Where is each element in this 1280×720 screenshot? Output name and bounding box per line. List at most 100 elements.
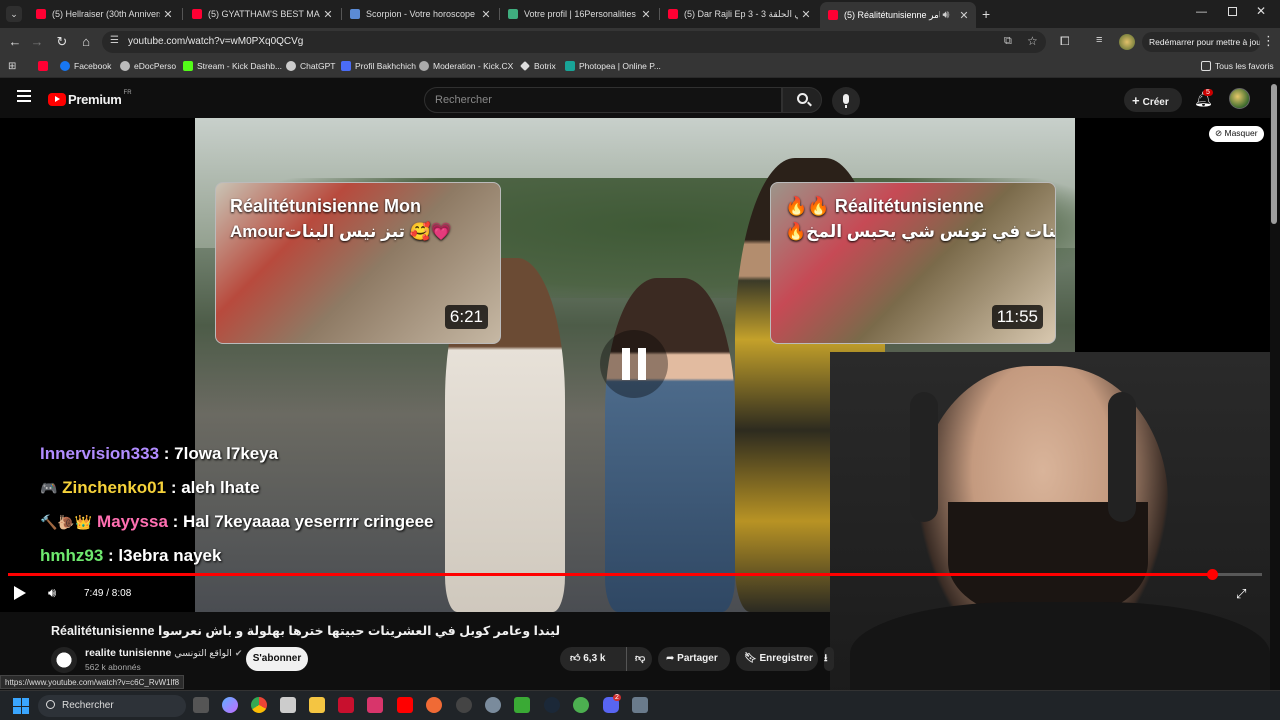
copilot-icon[interactable]	[222, 697, 238, 713]
address-bar[interactable]: ☰ youtube.com/watch?v=wM0PXq0QCVg ⧉ ☆	[102, 31, 1046, 53]
account-avatar[interactable]	[1229, 88, 1250, 109]
app-leaf-icon[interactable]	[573, 697, 589, 713]
store-icon[interactable]	[280, 697, 296, 713]
create-button[interactable]: + Créer	[1124, 88, 1182, 112]
channel-name[interactable]: realite tunisienne الواقع التونسي ✔	[85, 647, 242, 659]
youtube-icon	[36, 9, 46, 19]
hide-label: Masquer	[1224, 128, 1258, 138]
hamburger-menu-icon[interactable]	[17, 90, 31, 102]
apps-grid-icon[interactable]: ⊞	[8, 61, 16, 72]
windows-start-icon[interactable]	[13, 698, 29, 714]
bookmark-youtube[interactable]	[38, 61, 52, 71]
reload-icon[interactable]: ↻	[53, 33, 71, 51]
dislike-icon[interactable]: 👎︎	[626, 647, 645, 671]
photopea-icon	[565, 61, 575, 71]
menu-dots-icon[interactable]: ⋮	[1262, 33, 1275, 49]
extensions-icon[interactable]: ⧠	[1060, 34, 1070, 49]
share-button[interactable]: ➦ Partager	[658, 647, 730, 671]
restart-update-button[interactable]: Redémarrer pour mettre à jour	[1142, 32, 1260, 52]
calculator-icon[interactable]	[632, 697, 648, 713]
facebook-icon	[60, 61, 70, 71]
browser-tab[interactable]: Votre profil | 16Personalities ✕	[500, 3, 658, 25]
close-window-icon[interactable]: ✕	[1256, 4, 1266, 18]
browser-tab[interactable]: Scorpion - Votre horoscope du ✕	[342, 3, 498, 25]
tab-search-icon[interactable]: ⌄	[6, 6, 22, 22]
bookmark-chatgpt[interactable]: ChatGPT	[286, 61, 335, 71]
chrome-icon[interactable]	[251, 697, 267, 713]
app-orange-icon[interactable]	[426, 697, 442, 713]
bookmark-facebook[interactable]: Facebook	[60, 61, 111, 71]
app-pink-icon[interactable]	[367, 697, 383, 713]
bookmarks-bar: ⊞ Facebook eDocPerso Stream - Kick Dashb…	[0, 56, 1280, 78]
all-bookmarks[interactable]: Tous les favoris	[1201, 61, 1274, 71]
search-button[interactable]	[782, 87, 822, 113]
app-red-icon[interactable]	[338, 697, 354, 713]
close-icon[interactable]: ✕	[956, 9, 972, 22]
end-card-video[interactable]: Réalitétunisienne Mon Amourتبز نيس البنا…	[215, 182, 501, 344]
file-explorer-icon[interactable]	[309, 697, 325, 713]
install-icon[interactable]: ⧉	[1004, 35, 1012, 48]
youtube-app-icon[interactable]	[397, 697, 413, 713]
like-button[interactable]: 👍︎ 6,3 k 👎︎	[560, 647, 652, 671]
profile-avatar[interactable]	[1119, 34, 1135, 50]
search-input[interactable]: Rechercher	[424, 87, 782, 113]
audio-icon[interactable]: 🔊︎	[940, 9, 952, 22]
back-icon[interactable]: ←	[6, 33, 24, 51]
bookmark-label: Facebook	[74, 61, 112, 71]
save-button[interactable]: 🔖︎ Enregistrer	[736, 647, 818, 671]
app-green-icon[interactable]	[514, 697, 530, 713]
pause-overlay-icon[interactable]	[600, 330, 668, 398]
youtube-logo[interactable]: Premium FR	[48, 90, 132, 107]
mic-icon	[843, 94, 849, 104]
play-button[interactable]	[14, 586, 26, 600]
channel-avatar[interactable]	[51, 647, 77, 673]
settings-icon[interactable]	[485, 697, 501, 713]
bookmark-kick[interactable]: Stream - Kick Dashb...	[183, 61, 282, 71]
new-tab-button[interactable]: +	[982, 6, 990, 22]
search-icon	[46, 700, 55, 709]
bookmark-moderation[interactable]: Moderation - Kick.CX	[419, 61, 513, 71]
hide-end-cards-button[interactable]: ⊘ Masquer	[1209, 126, 1264, 142]
fullscreen-icon[interactable]: ⤢	[1236, 586, 1246, 602]
close-icon[interactable]: ✕	[320, 8, 336, 21]
media-controls-icon[interactable]: ≡	[1096, 34, 1102, 46]
taskbar-search[interactable]: Rechercher	[38, 695, 186, 717]
close-icon[interactable]: ✕	[478, 8, 494, 21]
bookmark-photopea[interactable]: Photopea | Online P...	[565, 61, 661, 71]
task-view-icon[interactable]	[193, 697, 209, 713]
page-scrollbar[interactable]	[1271, 84, 1277, 224]
close-icon[interactable]: ✕	[160, 8, 176, 21]
discord-badge: 2	[613, 694, 621, 701]
voice-search-button[interactable]	[832, 87, 860, 115]
youtube-icon	[828, 10, 838, 20]
create-label: Créer	[1142, 97, 1169, 108]
minimize-icon[interactable]: —	[1196, 6, 1208, 18]
volume-icon[interactable]: 🔊︎	[48, 585, 56, 601]
download-button[interactable]: ⭳	[824, 647, 834, 671]
browser-tab[interactable]: (5) Hellraiser (30th Anniversary ✕	[28, 3, 180, 25]
end-card-duration: 6:21	[444, 305, 488, 329]
chat-text: : 7lowa l7keya	[163, 444, 279, 463]
home-icon[interactable]: ⌂	[77, 33, 95, 51]
maximize-icon[interactable]	[1228, 7, 1237, 16]
site-info-icon[interactable]: ☰	[110, 35, 119, 46]
browser-tab[interactable]: (5) Dar Rajli Ep 3 - 3 دار رجلي الحلقة ✕	[660, 3, 818, 25]
bookmark-bakhchich[interactable]: Profil Bakhchich	[341, 61, 416, 71]
bookmark-star-icon[interactable]: ☆	[1027, 34, 1038, 48]
progress-scrubber[interactable]	[1206, 569, 1218, 580]
bakhchich-icon	[341, 61, 351, 71]
steam-icon[interactable]	[544, 697, 560, 713]
thumbs-up-icon: 👍︎	[570, 653, 584, 664]
close-icon[interactable]: ✕	[638, 8, 654, 21]
forward-icon[interactable]: →	[28, 33, 46, 51]
app-dark-icon[interactable]	[456, 697, 472, 713]
close-icon[interactable]: ✕	[798, 8, 814, 21]
browser-tab-active[interactable]: (5) Réalitétunisienne لينداوعامر 🔊︎ ✕	[820, 2, 976, 28]
subscribe-button[interactable]: S'abonner	[246, 647, 308, 671]
end-card-video[interactable]: 🔥🔥 Réalitétunisienne 🔥البنات في تونس شي …	[770, 182, 1056, 344]
bookmark-edocperso[interactable]: eDocPerso	[120, 61, 176, 71]
browser-tab[interactable]: (5) GYATTHAM'S BEST MAGIC R ✕	[184, 3, 340, 25]
progress-bar[interactable]	[8, 569, 1262, 580]
bookmark-botrix[interactable]: Botrix	[520, 61, 556, 71]
taskbar-search-label: Rechercher	[62, 700, 114, 711]
